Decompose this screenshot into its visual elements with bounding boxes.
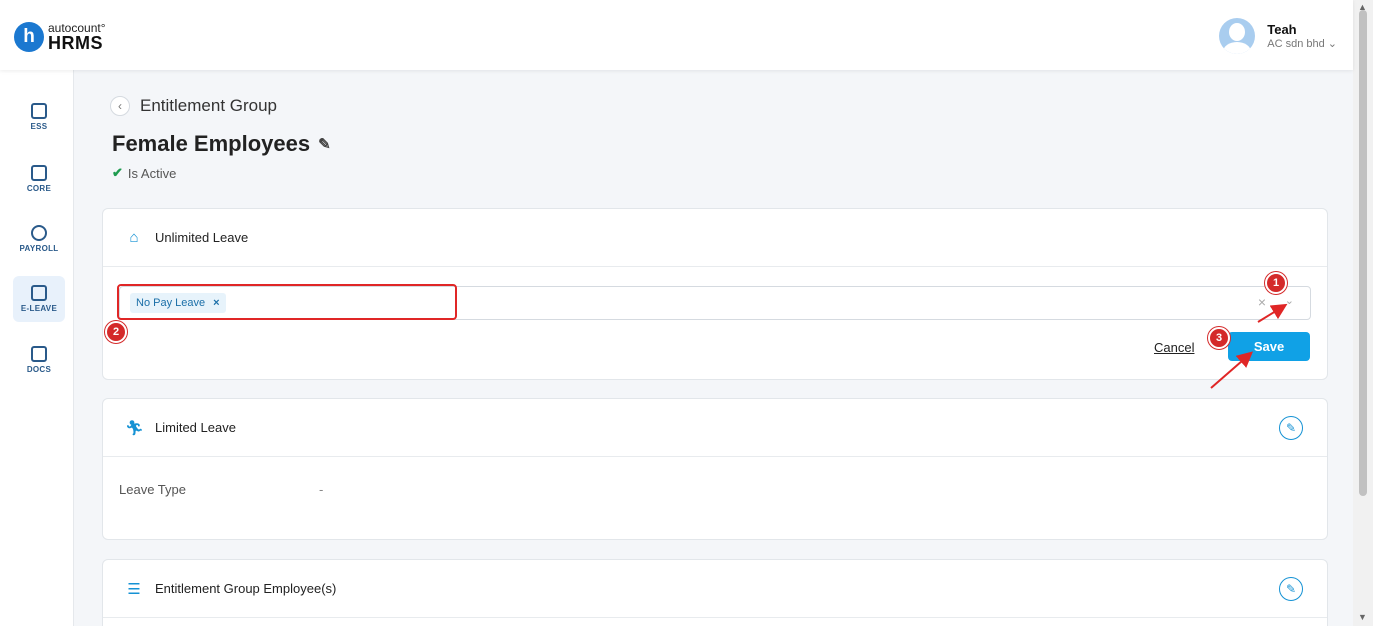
check-icon: ✔	[112, 165, 123, 180]
company-selector[interactable]: AC sdn bhd ⌄	[1267, 37, 1337, 50]
scroll-thumb[interactable]	[1359, 10, 1367, 496]
limited-leave-card: 🏃︎ Limited Leave ✎ Leave Type -	[102, 398, 1328, 540]
dollar-icon	[31, 225, 47, 241]
card-header: ☰ Entitlement Group Employee(s) ✎	[103, 560, 1327, 618]
top-bar: h autocount° HRMS Teah AC sdn bhd ⌄	[0, 0, 1353, 70]
card-header: ⌂ Unlimited Leave	[103, 209, 1327, 267]
bed-icon: ⌂	[129, 229, 139, 246]
user-menu[interactable]: Teah AC sdn bhd ⌄	[1219, 18, 1337, 54]
edit-limited-leave-button[interactable]: ✎	[1279, 415, 1303, 440]
sidebar-item-payroll[interactable]: PAYROLL	[13, 216, 65, 262]
logo-maintext: HRMS	[48, 33, 103, 53]
annotation-marker-1: 1	[1265, 272, 1287, 294]
back-button[interactable]: ‹	[110, 96, 130, 116]
cancel-button[interactable]: Cancel	[1154, 340, 1194, 355]
scroll-down-icon[interactable]: ▼	[1358, 612, 1367, 622]
pencil-icon[interactable]: ✎	[318, 135, 331, 153]
edit-employees-button[interactable]: ✎	[1279, 576, 1303, 601]
breadcrumb-label: Entitlement Group	[140, 96, 278, 115]
card-title: Unlimited Leave	[155, 230, 249, 245]
field-label: Leave Type	[119, 482, 186, 497]
annotation-marker-2: 2	[105, 321, 127, 343]
logo-mark: h	[14, 22, 44, 52]
id-card-icon	[31, 103, 47, 119]
clear-icon[interactable]: ×	[1258, 294, 1266, 310]
avatar	[1219, 18, 1256, 54]
sidebar-item-e-leave[interactable]: E-LEAVE	[13, 276, 65, 322]
field-value: -	[319, 482, 324, 497]
card-title: Limited Leave	[155, 420, 236, 435]
sidebar-item-core[interactable]: CORE	[13, 156, 65, 202]
document-chart-icon	[31, 346, 47, 362]
page-scrollbar[interactable]: ▲ ▼	[1353, 0, 1373, 626]
sidebar-item-docs[interactable]: DOCS	[13, 337, 65, 383]
chevron-down-icon[interactable]: ⌄	[1285, 294, 1294, 307]
save-button[interactable]: Save	[1228, 332, 1310, 361]
sidebar-item-label: CORE	[26, 184, 52, 193]
user-name: Teah	[1267, 22, 1297, 37]
annotation-highlight-box	[117, 284, 457, 320]
calendar-icon	[31, 285, 47, 301]
sidebar-item-label: DOCS	[26, 365, 52, 374]
chevron-left-icon: ‹	[118, 99, 122, 113]
breadcrumb: ‹ Entitlement Group	[110, 96, 277, 116]
status-text: Is Active	[127, 165, 177, 181]
card-title: Entitlement Group Employee(s)	[155, 581, 337, 596]
group-employees-card: ☰ Entitlement Group Employee(s) ✎	[102, 559, 1328, 626]
page-title: Female Employees ✎	[112, 131, 331, 157]
app-logo[interactable]: h autocount° HRMS	[14, 22, 106, 52]
card-header: 🏃︎ Limited Leave ✎	[103, 399, 1327, 457]
leave-type-row: Leave Type -	[119, 482, 323, 497]
sidebar-item-label: ESS	[30, 122, 48, 131]
sliders-icon: ☰	[127, 580, 141, 598]
cube-icon	[31, 165, 47, 181]
status-badge: ✔ Is Active	[112, 165, 176, 181]
pencil-icon: ✎	[1285, 420, 1297, 435]
walking-person-icon: 🏃︎	[125, 419, 145, 437]
sidebar-item-ess[interactable]: ESS	[13, 94, 65, 140]
page-title-text: Female Employees	[112, 131, 311, 156]
sidebar-item-label: E-LEAVE	[20, 304, 58, 313]
sidebar: ESS CORE PAYROLL E-LEAVE DOCS	[0, 70, 74, 626]
sidebar-item-label: PAYROLL	[19, 244, 59, 253]
pencil-icon: ✎	[1285, 581, 1297, 596]
annotation-marker-3: 3	[1208, 327, 1230, 349]
